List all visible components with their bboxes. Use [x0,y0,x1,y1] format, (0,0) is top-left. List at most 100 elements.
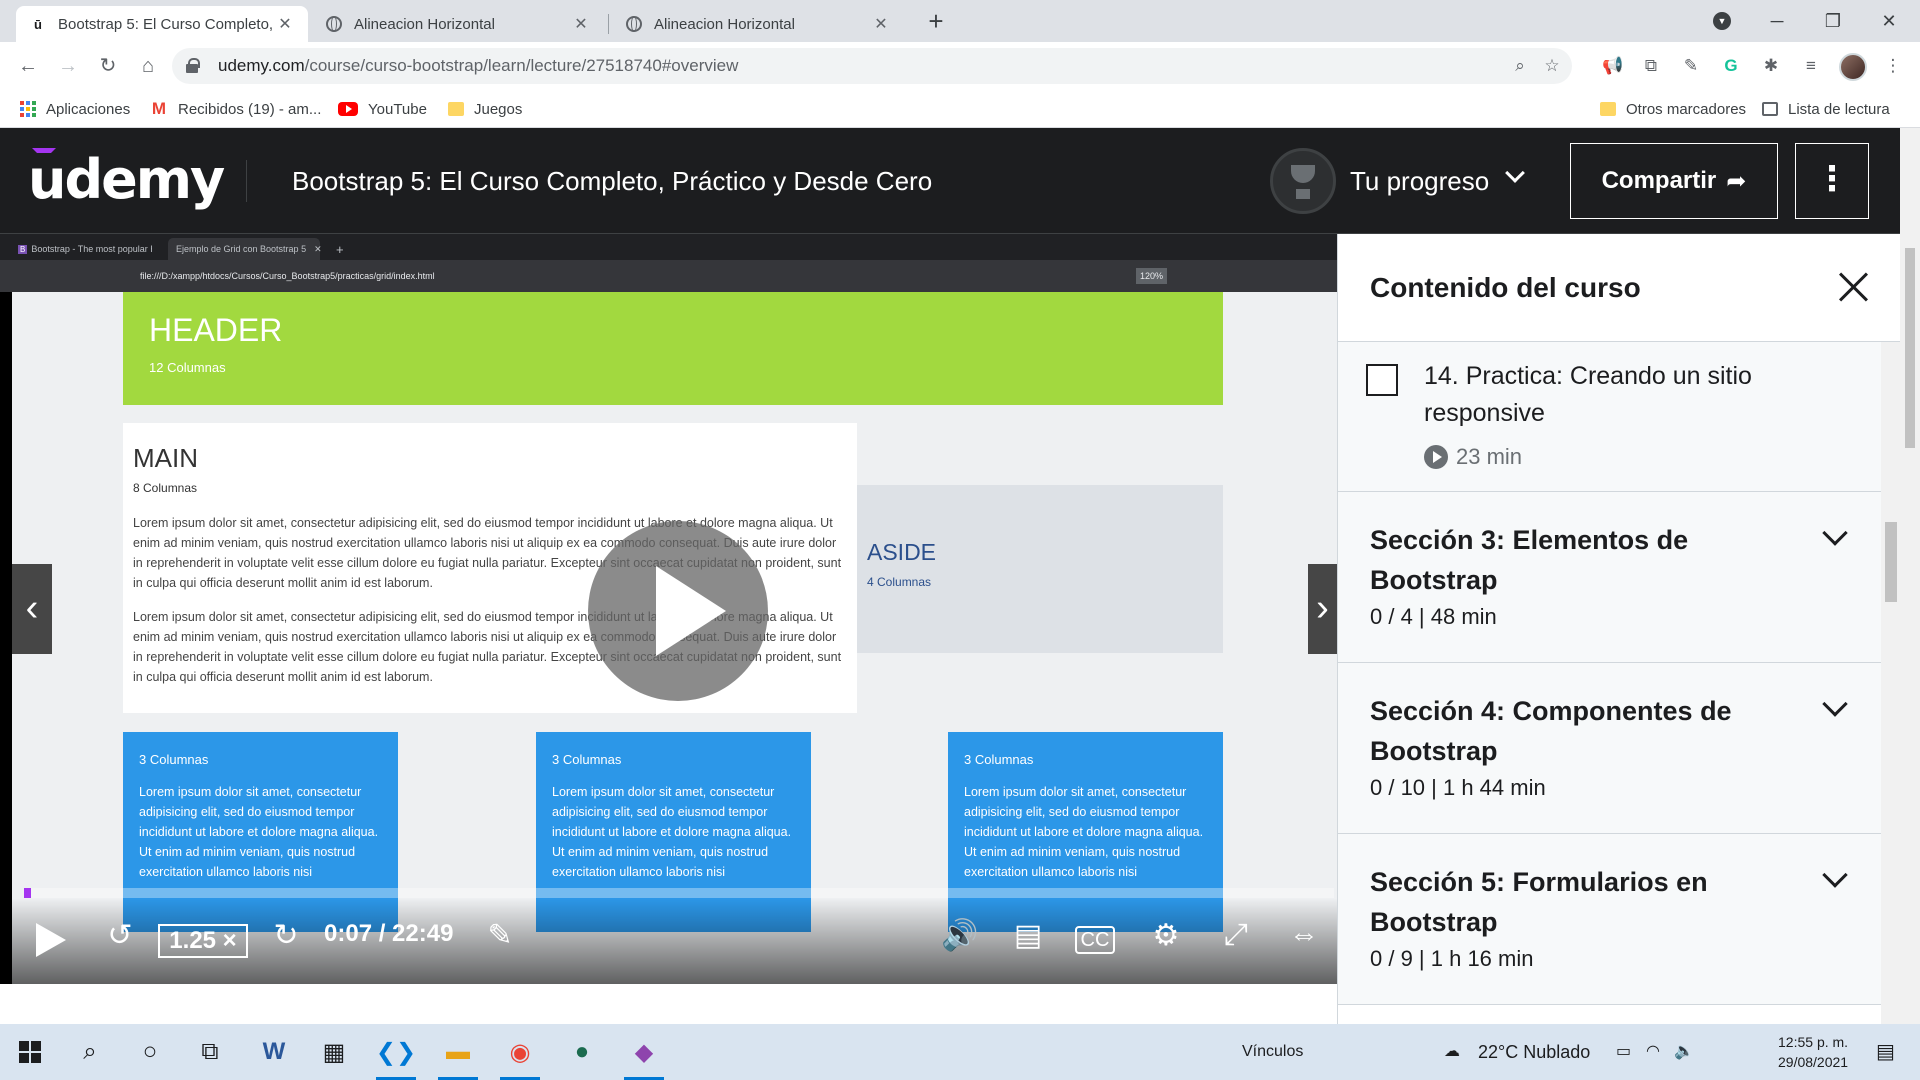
rewind-icon[interactable]: ↺ [98,918,142,953]
video-player[interactable]: B Bootstrap - The most popular HTML... E… [0,234,1337,984]
globe-icon [326,16,342,32]
browser-menu-icon[interactable]: ⋮ [1880,53,1906,79]
weather-widget[interactable]: 22°C Nublado [1478,1024,1590,1080]
section-5[interactable]: Sección 5: Formularios en Bootstrap 0 / … [1338,834,1881,1005]
aside-block-title: ASIDE [867,539,937,565]
progress-dropdown[interactable]: Tu progreso [1350,128,1489,234]
system-clock[interactable]: 12:55 p. m. 29/08/2021 [1778,1032,1848,1072]
wifi-icon[interactable]: ◠ [1646,1024,1660,1080]
other-bookmarks[interactable]: Otros marcadores [1600,90,1746,128]
close-tab-icon[interactable]: ✕ [572,14,590,34]
restore-button[interactable]: ❐ [1810,4,1856,38]
video-progress-bar[interactable] [24,888,1334,898]
windows-taskbar: ⌕ ○ ⧉ W ▦ ❮❯ ▬ ◉ ● ◆ Vínculos ☁ 22°C Nub… [0,1024,1920,1080]
close-icon[interactable] [1836,270,1870,304]
forward-icon[interactable]: ↻ [264,918,308,953]
home-button[interactable]: ⌂ [130,48,166,84]
search-icon[interactable]: ⌕ [60,1024,120,1080]
close-tab-icon[interactable]: ✕ [276,14,294,34]
play-icon[interactable] [36,923,66,957]
more-options-button[interactable]: ⋮ [1795,143,1869,219]
recorded-tab-active: Ejemplo de Grid con Bootstrap 5 ✕ [168,238,322,260]
notifications-icon[interactable]: ▤ [1876,1024,1895,1080]
tab-search-icon[interactable]: ▼ [1713,12,1731,30]
url-text: udemy.com/course/curso-bootstrap/learn/l… [218,56,739,75]
clock-time: 12:55 p. m. [1778,1034,1849,1050]
captions-icon[interactable]: CC [1075,926,1115,954]
bookmark-star-icon[interactable]: ☆ [1538,52,1566,80]
aside-block-sub: 4 Columnas [867,575,932,589]
screen-capture-icon[interactable]: ⧉ [1638,53,1664,79]
recorded-browser-chrome: B Bootstrap - The most popular HTML... E… [0,234,1337,292]
chevron-down-icon[interactable] [1822,691,1848,717]
minimize-button[interactable]: ─ [1754,4,1800,38]
chevron-down-icon[interactable] [1505,163,1525,183]
calculator-icon[interactable]: ▦ [304,1024,364,1080]
lock-icon[interactable] [186,58,200,73]
file-explorer-icon[interactable]: ▬ [428,1024,488,1080]
lecture-item[interactable]: 14. Practica: Creando un sitio responsiv… [1338,342,1881,492]
bookmark-apps[interactable]: Aplicaciones [20,90,130,128]
expand-width-icon[interactable]: ⇔ [1282,918,1326,952]
gitkraken-icon[interactable]: ● [552,1024,612,1080]
address-bar[interactable]: udemy.com/course/curso-bootstrap/learn/l… [172,48,1572,84]
section-3[interactable]: Sección 3: Elementos de Bootstrap 0 / 4 … [1338,492,1881,663]
section-meta: 0 / 9 | 1 h 16 min [1370,946,1534,971]
close-window-button[interactable]: ✕ [1866,4,1912,38]
udemy-logo[interactable]: udemy [28,148,225,211]
sidebar-scroll-thumb[interactable] [1885,522,1897,602]
chrome-icon[interactable]: ◉ [490,1024,550,1080]
page-scrollbar[interactable] [1900,128,1920,1024]
bookmark-juegos[interactable]: Juegos [448,90,522,128]
next-lecture-button[interactable]: › [1308,564,1337,654]
forward-button[interactable]: → [50,48,86,84]
megaphone-icon[interactable]: 📢 [1600,53,1626,79]
grammarly-icon[interactable]: G [1718,53,1744,79]
eyedropper-icon[interactable]: ✎ [1678,53,1704,79]
zoom-icon[interactable]: ⌕ [1506,52,1534,80]
course-title[interactable]: Bootstrap 5: El Curso Completo, Práctico… [292,128,932,234]
media-control-icon[interactable]: ≡ [1798,53,1824,79]
reading-list[interactable]: Lista de lectura [1762,90,1890,128]
new-tab-button[interactable]: + [922,8,950,36]
tab-alineacion-2[interactable]: Alineacion Horizontal ✕ [612,6,904,42]
sidebar-scrollbar[interactable] [1881,342,1900,1024]
profile-avatar[interactable] [1839,53,1867,81]
extensions-icon[interactable]: ✱ [1758,53,1784,79]
section-title: Sección 5: Formularios en Bootstrap [1370,867,1708,937]
fullscreen-icon[interactable]: ⤢ [1214,918,1258,952]
playback-speed-button[interactable]: 1.25 × [158,924,248,958]
lecture-checkbox[interactable] [1366,364,1398,396]
bookmark-gmail[interactable]: M Recibidos (19) - am... [150,90,321,128]
big-play-button[interactable] [588,521,768,701]
links-toolbar[interactable]: Vínculos [1242,1024,1303,1080]
vscode-icon[interactable]: ❮❯ [366,1024,426,1080]
close-tab-icon[interactable]: ✕ [872,14,890,34]
cortana-icon[interactable]: ○ [120,1024,180,1080]
trophy-icon[interactable] [1270,148,1336,214]
battery-icon[interactable]: ▭ [1616,1024,1631,1080]
start-button[interactable] [0,1024,60,1080]
volume-icon[interactable]: 🔊 [938,918,982,953]
chevron-down-icon[interactable] [1822,520,1848,546]
share-button[interactable]: Compartir ➦ [1570,143,1778,219]
back-button[interactable]: ← [10,48,46,84]
tab-udemy-course[interactable]: ū Bootstrap 5: El Curso Completo, F ✕ [16,6,308,42]
tab-alineacion-1[interactable]: Alineacion Horizontal ✕ [312,6,604,42]
page-scroll-thumb[interactable] [1905,248,1915,448]
recorded-tab-title: Bootstrap - The most popular HTML... [31,244,152,254]
chevron-down-icon[interactable] [1822,862,1848,888]
browser-tab-strip: ū Bootstrap 5: El Curso Completo, F ✕ Al… [0,0,1920,42]
section-4[interactable]: Sección 4: Componentes de Bootstrap 0 / … [1338,663,1881,834]
volume-icon[interactable]: 🔈 [1674,1024,1694,1080]
app-icon[interactable]: ◆ [614,1024,674,1080]
previous-lecture-button[interactable]: ‹ [12,564,52,654]
recorded-zoom: 120% [1136,268,1168,284]
reload-button[interactable]: ↻ [90,48,126,84]
note-icon[interactable]: ✎ [478,918,522,953]
word-icon[interactable]: W [244,1024,304,1080]
bookmark-youtube[interactable]: YouTube [338,90,427,128]
transcript-icon[interactable]: ▤ [1006,918,1050,953]
settings-gear-icon[interactable]: ⚙ [1144,918,1188,953]
task-view-icon[interactable]: ⧉ [180,1024,240,1080]
